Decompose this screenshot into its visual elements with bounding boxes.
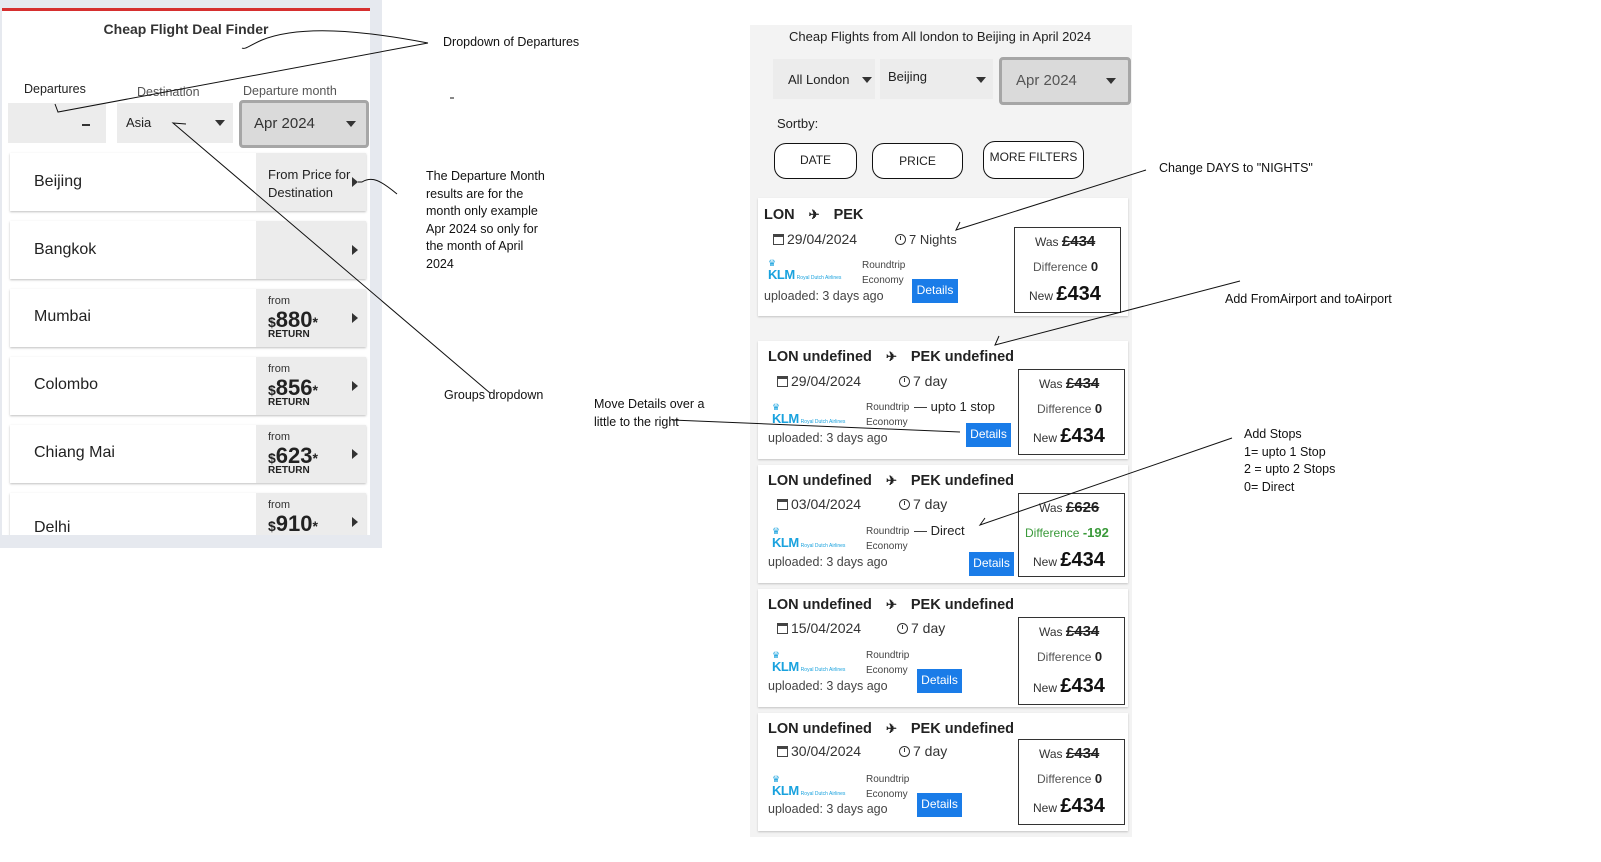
arrow-add-stops (978, 437, 1233, 526)
note-add-stops: Add Stops 1= upto 1 Stop 2 = upto 2 Stop… (1244, 427, 1336, 494)
note-groups-dropdown: Groups dropdown (444, 388, 544, 402)
note-dropdown-departures: Dropdown of Departures (443, 35, 580, 49)
arrow-month-note (358, 178, 398, 195)
note-change-days: Change DAYS to "NIGHTS" (1159, 161, 1313, 175)
arrow-change-days (955, 169, 1147, 231)
note-move-details: Move Details over a little to the right (594, 397, 705, 429)
annotation-lines (54, 30, 1241, 526)
note-departure-month: The Departure Month results are for the … (426, 169, 545, 271)
arrow-add-airports (994, 280, 1241, 346)
arrow-move-details (671, 419, 961, 433)
note-add-airports: Add FromAirport and toAirport (1225, 292, 1392, 306)
arrow-departures-curve (241, 30, 429, 49)
arrow-departures-line (54, 42, 429, 113)
